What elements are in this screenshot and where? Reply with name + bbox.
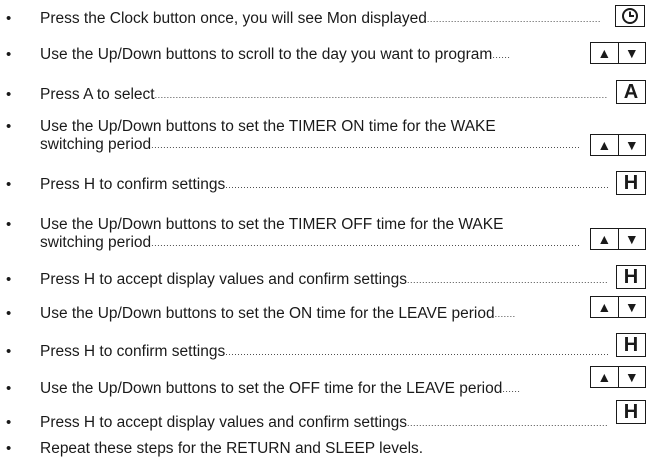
down-arrow-icon: ▼ xyxy=(617,43,646,63)
step-text: Use the Up/Down buttons to set the TIMER… xyxy=(40,216,504,233)
up-down-buttons: ▲ ▼ xyxy=(590,296,646,318)
up-arrow-icon: ▲ xyxy=(597,231,612,247)
up-down-buttons: ▲ ▼ xyxy=(590,366,646,388)
step-text: Use the Up/Down buttons to set the ON ti… xyxy=(40,305,495,322)
list-item: • Use the Up/Down buttons to set the TIM… xyxy=(0,112,652,162)
list-item: • Use the Up/Down buttons to set the TIM… xyxy=(0,210,652,260)
step-text: Use the Up/Down buttons to set the OFF t… xyxy=(40,380,503,397)
list-item: • Press H to accept display values and c… xyxy=(0,265,652,291)
step-text: Press H to accept display values and con… xyxy=(40,271,408,288)
up-arrow-icon: ▲ xyxy=(597,369,612,385)
up-arrow-icon: ▲ xyxy=(597,45,612,61)
step-text-continued: switching period xyxy=(40,136,152,153)
step-text: Repeat these steps for the RETURN and SL… xyxy=(40,440,424,457)
step-text: Press H to confirm settings xyxy=(40,176,226,193)
step-text: Press H to confirm settings xyxy=(40,343,226,360)
up-down-buttons: ▲ ▼ xyxy=(590,228,646,250)
down-arrow-icon: ▼ xyxy=(617,297,646,317)
up-arrow-icon: ▲ xyxy=(597,299,612,315)
step-text: Use the Up/Down buttons to set the TIMER… xyxy=(40,118,496,135)
step-text-continued: switching period xyxy=(40,234,152,251)
step-text: Use the Up/Down buttons to scroll to the… xyxy=(40,46,493,63)
instruction-list: • Press the Clock button once, you will … xyxy=(0,0,652,460)
clock-button xyxy=(615,5,645,27)
h-button: H xyxy=(616,400,646,424)
a-button: A xyxy=(616,80,646,104)
up-down-buttons: ▲ ▼ xyxy=(590,134,646,156)
up-arrow-icon: ▲ xyxy=(597,137,612,153)
up-down-buttons: ▲ ▼ xyxy=(590,42,646,64)
step-text: Press the Clock button once, you will se… xyxy=(40,10,427,27)
list-item: • Press the Clock button once, you will … xyxy=(0,4,652,30)
clock-icon xyxy=(622,8,638,24)
list-item: • Press H to confirm settings ..........… xyxy=(0,170,652,196)
list-item: • Repeat these steps for the RETURN and … xyxy=(6,440,424,457)
down-arrow-icon: ▼ xyxy=(617,135,646,155)
h-button: H xyxy=(616,265,646,289)
h-button: H xyxy=(616,333,646,357)
list-item: • Press A to select ....................… xyxy=(0,80,652,106)
step-text: Press A to select xyxy=(40,86,155,103)
leader-dots: ........................................… xyxy=(426,14,600,24)
list-item: • Use the Up/Down buttons to scroll to t… xyxy=(0,40,652,66)
bullet: • xyxy=(6,10,12,27)
list-item: • Use the Up/Down buttons to set the ON … xyxy=(0,296,652,325)
list-item: • Use the Up/Down buttons to set the OFF… xyxy=(0,366,652,400)
step-text: Press H to accept display values and con… xyxy=(40,414,408,431)
list-item: • Press H to accept display values and c… xyxy=(0,400,652,434)
h-button: H xyxy=(616,171,646,195)
list-item: • Press H to confirm settings ..........… xyxy=(0,333,652,363)
down-arrow-icon: ▼ xyxy=(617,229,646,249)
down-arrow-icon: ▼ xyxy=(617,367,646,387)
